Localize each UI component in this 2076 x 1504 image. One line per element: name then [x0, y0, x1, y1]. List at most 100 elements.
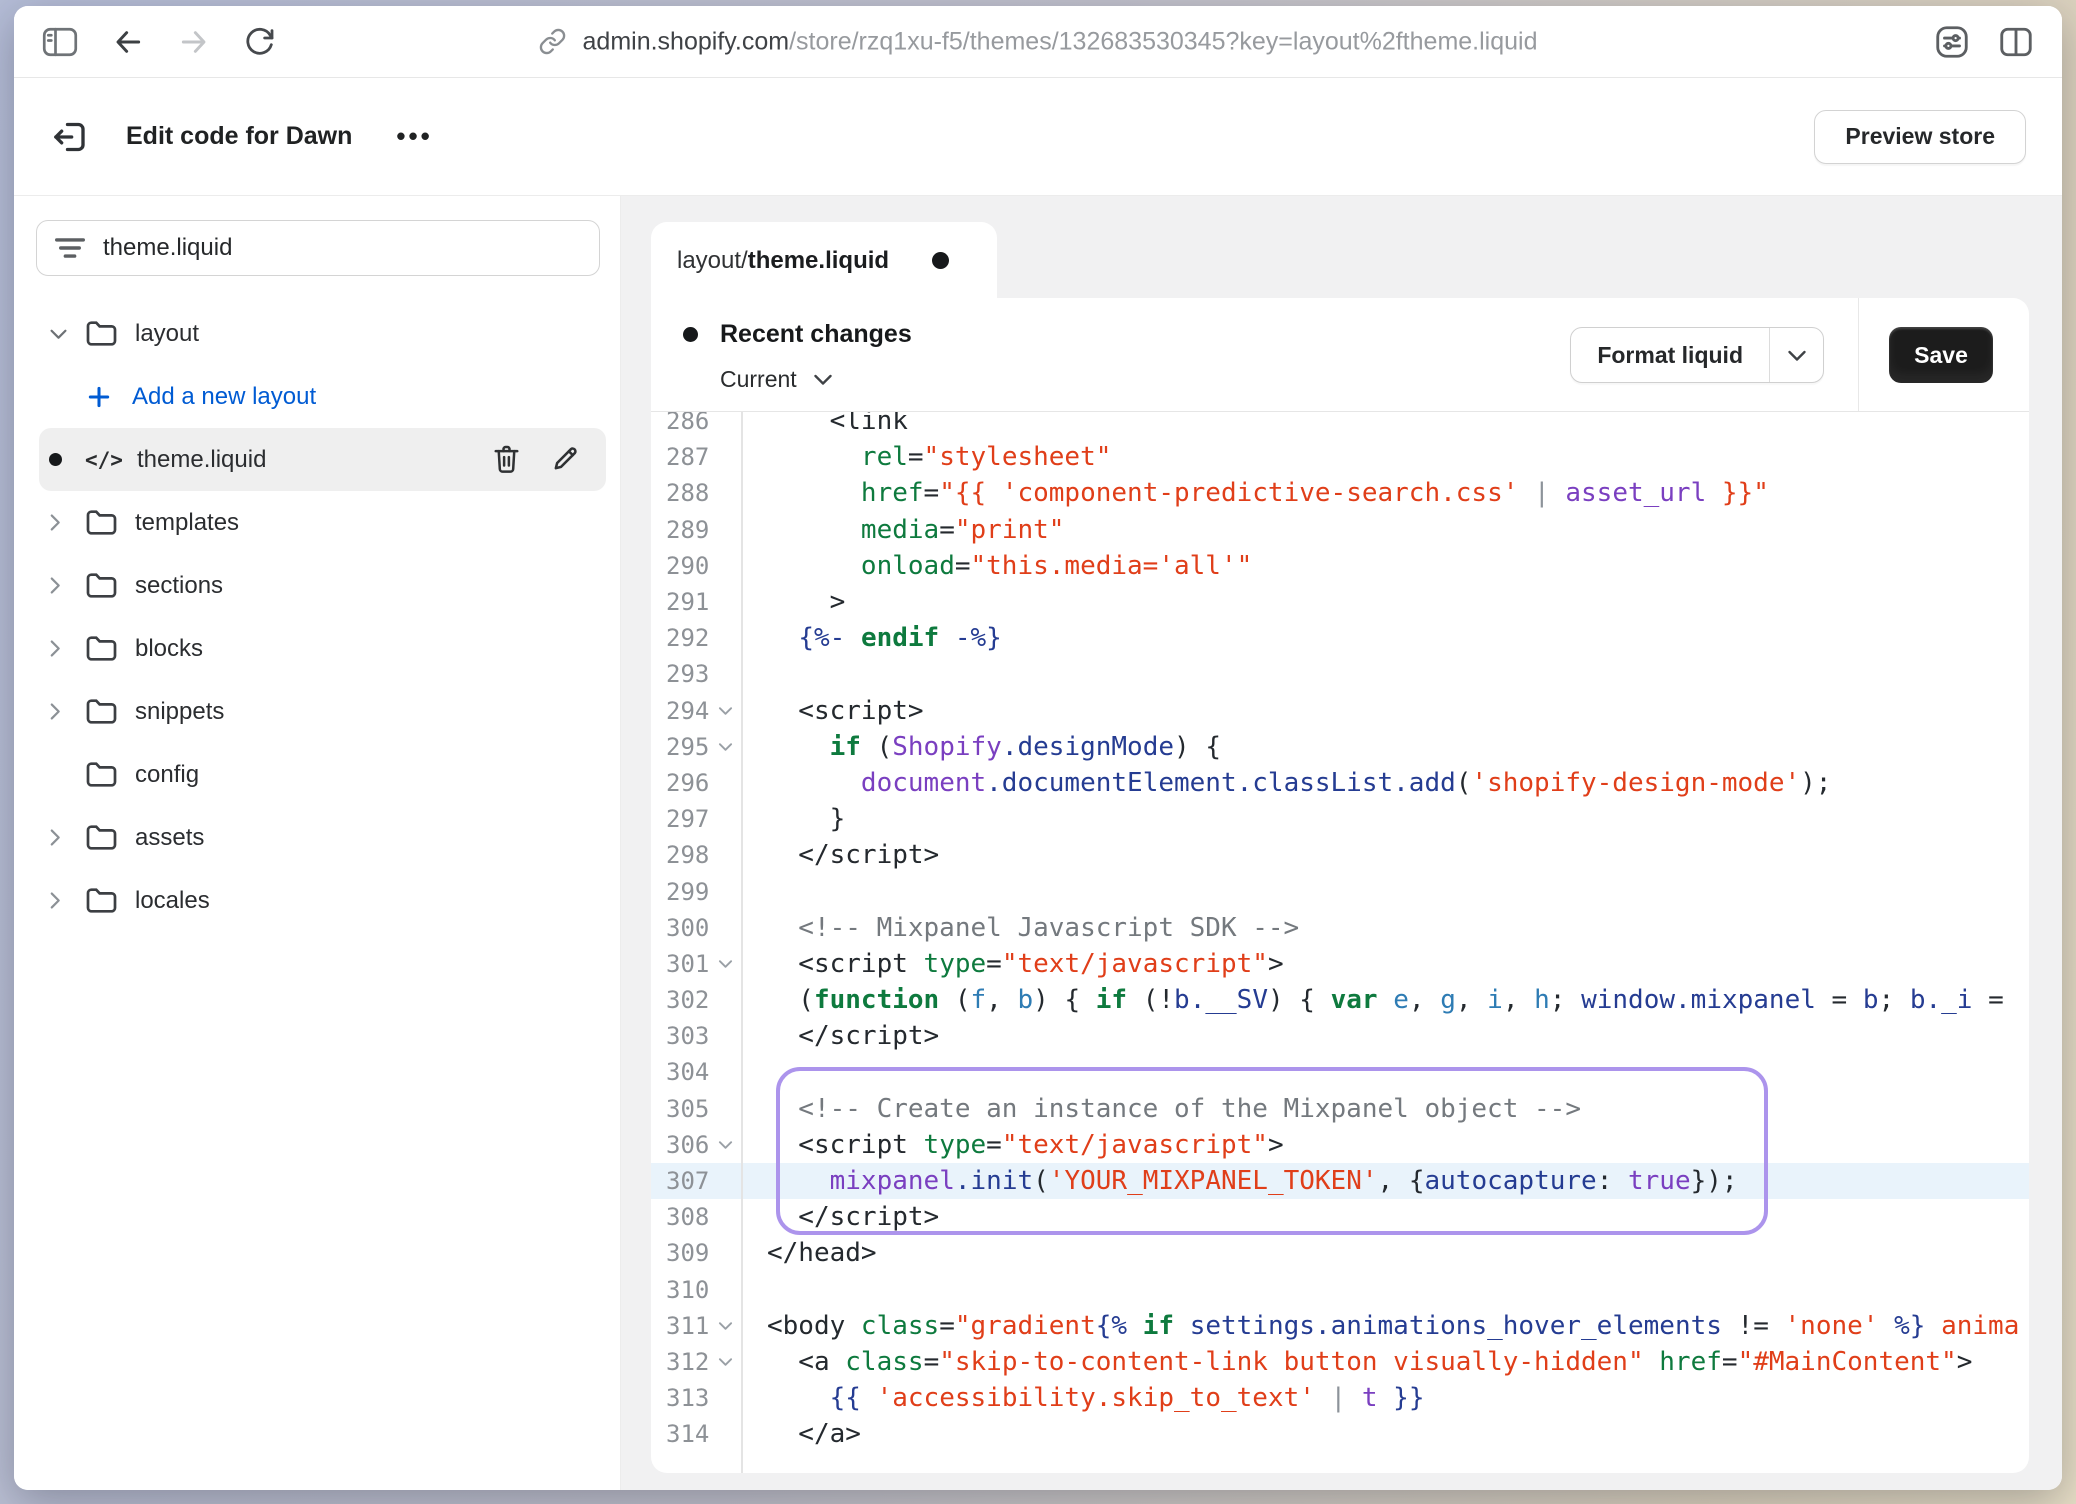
- line-number-293[interactable]: 293: [651, 656, 741, 692]
- forward-icon[interactable]: [178, 26, 210, 58]
- address-bar[interactable]: admin.shopify.com/store/rzq1xu-f5/themes…: [539, 27, 1538, 56]
- sidebar-item-assets[interactable]: assets: [14, 806, 620, 869]
- line-number-306[interactable]: 306: [651, 1127, 741, 1163]
- line-number-287[interactable]: 287: [651, 439, 741, 475]
- code-line-301[interactable]: <script type="text/javascript">: [743, 946, 2029, 982]
- code-line-314[interactable]: </a>: [743, 1416, 2029, 1452]
- code-line-298[interactable]: </script>: [743, 837, 2029, 873]
- code-line-290[interactable]: onload="this.media='all'": [743, 548, 2029, 584]
- line-number-300[interactable]: 300: [651, 910, 741, 946]
- code-line-289[interactable]: media="print": [743, 512, 2029, 548]
- rename-file-icon[interactable]: [551, 444, 580, 475]
- line-number-286[interactable]: 286: [651, 412, 741, 439]
- file-search[interactable]: [36, 220, 600, 276]
- tab-theme-liquid[interactable]: layout/theme.liquid: [651, 222, 997, 299]
- line-number-298[interactable]: 298: [651, 837, 741, 873]
- fold-chevron-icon[interactable]: [718, 1321, 733, 1331]
- format-liquid-button[interactable]: Format liquid: [1570, 327, 1824, 383]
- code-line-297[interactable]: }: [743, 801, 2029, 837]
- search-input[interactable]: [103, 234, 581, 262]
- format-options-chevron[interactable]: [1769, 328, 1823, 382]
- page-settings-icon[interactable]: [1934, 24, 1970, 60]
- preview-store-button[interactable]: Preview store: [1814, 110, 2026, 164]
- line-number-303[interactable]: 303: [651, 1018, 741, 1054]
- sidebar-item-locales[interactable]: locales: [14, 869, 620, 932]
- line-number-291[interactable]: 291: [651, 584, 741, 620]
- code-line-304[interactable]: [743, 1054, 2029, 1090]
- line-number-311[interactable]: 311: [651, 1308, 741, 1344]
- line-number-292[interactable]: 292: [651, 620, 741, 656]
- line-number-313[interactable]: 313: [651, 1380, 741, 1416]
- chevron-right-icon[interactable]: [49, 513, 85, 532]
- line-number-301[interactable]: 301: [651, 946, 741, 982]
- sidebar-item-sections[interactable]: sections: [14, 554, 620, 617]
- code-line-313[interactable]: {{ 'accessibility.skip_to_text' | t }}: [743, 1380, 2029, 1416]
- fold-chevron-icon[interactable]: [718, 706, 733, 716]
- line-number-297[interactable]: 297: [651, 801, 741, 837]
- sidebar-item-layout[interactable]: layout: [14, 302, 620, 365]
- fold-chevron-icon[interactable]: [718, 742, 733, 752]
- line-number-296[interactable]: 296: [651, 765, 741, 801]
- code-editor[interactable]: 2862872882892902912922932942952962972982…: [651, 412, 2029, 1473]
- code-line-310[interactable]: [743, 1272, 2029, 1308]
- code-line-303[interactable]: </script>: [743, 1018, 2029, 1054]
- code-line-296[interactable]: document.documentElement.classList.add('…: [743, 765, 2029, 801]
- version-selector[interactable]: Current: [720, 366, 833, 393]
- code-line-292[interactable]: {%- endif -%}: [743, 620, 2029, 656]
- fold-chevron-icon[interactable]: [718, 1357, 733, 1367]
- fold-chevron-icon[interactable]: [718, 959, 733, 969]
- code-line-302[interactable]: (function (f, b) { if (!b.__SV) { var e,…: [743, 982, 2029, 1018]
- sidebar-item-snippets[interactable]: snippets: [14, 680, 620, 743]
- sidebar-item-templates[interactable]: templates: [14, 491, 620, 554]
- fold-chevron-icon[interactable]: [718, 1140, 733, 1150]
- line-number-314[interactable]: 314: [651, 1416, 741, 1452]
- back-icon[interactable]: [112, 26, 144, 58]
- code-line-312[interactable]: <a class="skip-to-content-link button vi…: [743, 1344, 2029, 1380]
- code-line-311[interactable]: <body class="gradient{% if settings.anim…: [743, 1308, 2029, 1344]
- chevron-right-icon[interactable]: [49, 639, 85, 658]
- code-line-305[interactable]: <!-- Create an instance of the Mixpanel …: [743, 1091, 2029, 1127]
- split-view-icon[interactable]: [1998, 24, 2034, 60]
- code-line-294[interactable]: <script>: [743, 693, 2029, 729]
- more-actions-button[interactable]: •••: [396, 121, 432, 152]
- line-number-288[interactable]: 288: [651, 475, 741, 511]
- line-number-309[interactable]: 309: [651, 1235, 741, 1271]
- line-number-302[interactable]: 302: [651, 982, 741, 1018]
- sidebar-add-layout-action[interactable]: Add a new layout: [14, 365, 620, 428]
- code-line-293[interactable]: [743, 656, 2029, 692]
- chevron-right-icon[interactable]: [49, 702, 85, 721]
- code-line-291[interactable]: >: [743, 584, 2029, 620]
- line-number-289[interactable]: 289: [651, 512, 741, 548]
- chevron-right-icon[interactable]: [49, 576, 85, 595]
- chevron-right-icon[interactable]: [49, 828, 85, 847]
- line-number-304[interactable]: 304: [651, 1054, 741, 1090]
- delete-file-icon[interactable]: [492, 444, 521, 475]
- save-button[interactable]: Save: [1889, 327, 1993, 383]
- line-number-299[interactable]: 299: [651, 873, 741, 909]
- line-number-307[interactable]: 307: [651, 1163, 741, 1199]
- chevron-down-icon[interactable]: [49, 328, 85, 340]
- code-line-287[interactable]: rel="stylesheet": [743, 439, 2029, 475]
- reload-icon[interactable]: [244, 26, 276, 58]
- exit-editor-icon[interactable]: [50, 117, 90, 157]
- code-line-286[interactable]: <link: [743, 412, 2029, 439]
- code-line-307[interactable]: mixpanel.init('YOUR_MIXPANEL_TOKEN', {au…: [743, 1163, 2029, 1199]
- code-line-309[interactable]: </head>: [743, 1235, 2029, 1271]
- chevron-right-icon[interactable]: [49, 891, 85, 910]
- code-line-308[interactable]: </script>: [743, 1199, 2029, 1235]
- line-number-310[interactable]: 310: [651, 1272, 741, 1308]
- code-line-306[interactable]: <script type="text/javascript">: [743, 1127, 2029, 1163]
- line-number-294[interactable]: 294: [651, 693, 741, 729]
- code-line-299[interactable]: [743, 873, 2029, 909]
- code-line-300[interactable]: <!-- Mixpanel Javascript SDK -->: [743, 910, 2029, 946]
- line-number-290[interactable]: 290: [651, 548, 741, 584]
- code-line-295[interactable]: if (Shopify.designMode) {: [743, 729, 2029, 765]
- line-number-312[interactable]: 312: [651, 1344, 741, 1380]
- sidebar-item-blocks[interactable]: blocks: [14, 617, 620, 680]
- sidebar-item-theme-liquid[interactable]: </>theme.liquid: [39, 428, 606, 491]
- sidebar-toggle-icon[interactable]: [42, 27, 78, 57]
- sidebar-item-config[interactable]: config: [14, 743, 620, 806]
- code-pane[interactable]: <link rel="stylesheet" href="{{ 'compone…: [743, 412, 2029, 1473]
- code-line-288[interactable]: href="{{ 'component-predictive-search.cs…: [743, 475, 2029, 511]
- line-number-305[interactable]: 305: [651, 1091, 741, 1127]
